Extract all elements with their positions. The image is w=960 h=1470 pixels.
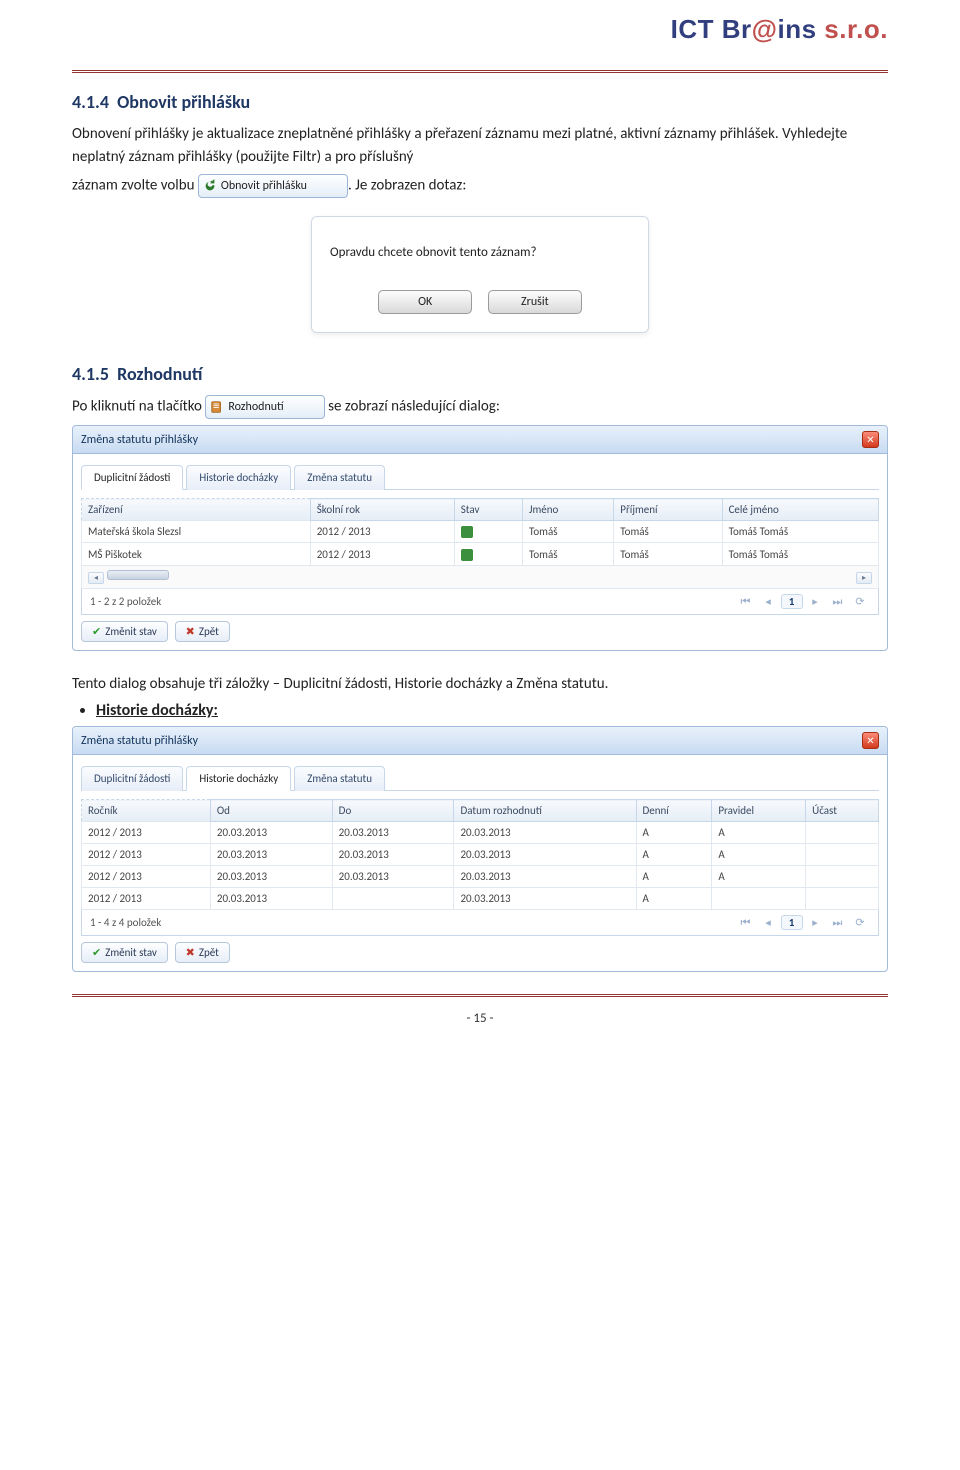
- status-change-dialog-2: Změna statutu přihlášky ✕ Duplicitní žád…: [72, 726, 888, 972]
- col-rocnik[interactable]: Ročník: [82, 800, 211, 822]
- table-row[interactable]: 2012 / 201320.03.201320.03.201320.03.201…: [82, 844, 879, 866]
- check-icon: ✔: [92, 625, 101, 638]
- col-prijmeni[interactable]: Příjmení: [614, 499, 722, 521]
- pager-nav[interactable]: ⏮ ◂ 1 ▸ ⏭ ⟳: [736, 594, 871, 609]
- pager-last-icon[interactable]: ⏭: [828, 916, 848, 930]
- confirm-dialog: Opravdu chcete obnovit tento záznam? OK …: [311, 216, 649, 333]
- sec2-para: Po kliknutí na tlačítko Rozhodnutí se zo…: [72, 395, 888, 419]
- pager-first-icon[interactable]: ⏮: [736, 916, 756, 930]
- check-icon: ✔: [92, 946, 101, 959]
- header-rule: [72, 70, 888, 73]
- section-4-1-4-heading: 4.1.4 Obnovit přihlášku: [72, 91, 888, 113]
- close-icon[interactable]: ✕: [862, 431, 879, 448]
- restore-application-button[interactable]: Obnovit přihlášku: [198, 174, 348, 198]
- table-row[interactable]: 2012 / 201320.03.201320.03.201320.03.201…: [82, 866, 879, 888]
- col-datum-rozhodnuti[interactable]: Datum rozhodnutí: [454, 800, 636, 822]
- bullet-historie-dochazky: Historie docházky:: [96, 701, 888, 720]
- pager-next-icon[interactable]: ▸: [805, 916, 825, 929]
- tab-duplicitni-zadosti[interactable]: Duplicitní žádosti: [81, 766, 183, 791]
- col-stav[interactable]: Stav: [454, 499, 522, 521]
- sec1-para1: Obnovení přihlášky je aktualizace znepla…: [72, 123, 888, 168]
- table-row[interactable]: MŠ Piškotek2012 / 2013 TomášTomášTomáš T…: [82, 543, 879, 565]
- x-icon: ✖: [186, 625, 195, 638]
- change-state-button[interactable]: ✔ Změnit stav: [81, 942, 168, 963]
- tab-zmena-statutu[interactable]: Změna statutu: [294, 766, 385, 791]
- tab-row: Duplicitní žádosti Historie docházky Změ…: [81, 464, 879, 490]
- pager: 1 - 4 z 4 položek ⏮ ◂ 1 ▸ ⏭ ⟳: [81, 910, 879, 936]
- close-icon[interactable]: ✕: [862, 732, 879, 749]
- tab-duplicitni-zadosti[interactable]: Duplicitní žádosti: [81, 465, 183, 490]
- confirm-message: Opravdu chcete obnovit tento záznam?: [330, 245, 630, 260]
- pager: 1 - 2 z 2 položek ⏮ ◂ 1 ▸ ⏭ ⟳: [81, 589, 879, 615]
- duplicate-requests-table: Zařízení Školní rok Stav Jméno Příjmení …: [81, 498, 879, 589]
- status-change-dialog-1: Změna statutu přihlášky ✕ Duplicitní žád…: [72, 425, 888, 651]
- brand-logo: ICT Br@ins s.r.o.: [671, 14, 888, 45]
- pager-refresh-icon[interactable]: ⟳: [850, 595, 870, 608]
- x-icon: ✖: [186, 946, 195, 959]
- pager-nav[interactable]: ⏮ ◂ 1 ▸ ⏭ ⟳: [736, 915, 871, 930]
- pager-page-1[interactable]: 1: [781, 594, 803, 609]
- col-ucast[interactable]: Účast: [806, 800, 879, 822]
- page-header: ICT Br@ins s.r.o.: [72, 20, 888, 64]
- tab-historie-dochazky[interactable]: Historie docházky: [186, 465, 291, 490]
- horizontal-scrollbar[interactable]: ◂ ▸: [82, 565, 879, 588]
- col-cele-jmeno[interactable]: Celé jméno: [722, 499, 878, 521]
- ok-button[interactable]: OK: [378, 290, 472, 314]
- pager-last-icon[interactable]: ⏭: [828, 595, 848, 609]
- col-zarizeni[interactable]: Zařízení: [82, 499, 311, 521]
- dialog-title: Změna statutu přihlášky: [81, 734, 198, 748]
- col-do[interactable]: Do: [332, 800, 454, 822]
- page-number: - 15 -: [72, 1011, 888, 1026]
- decision-button[interactable]: Rozhodnutí: [205, 395, 324, 419]
- col-denni[interactable]: Denní: [636, 800, 712, 822]
- pager-refresh-icon[interactable]: ⟳: [850, 916, 870, 929]
- status-icon: [461, 549, 473, 561]
- footer-rule: [72, 994, 888, 997]
- change-state-button[interactable]: ✔ Změnit stav: [81, 621, 168, 642]
- col-jmeno[interactable]: Jméno: [523, 499, 614, 521]
- back-button[interactable]: ✖ Zpět: [175, 942, 230, 963]
- refresh-icon: [203, 179, 217, 193]
- pager-prev-icon[interactable]: ◂: [758, 916, 778, 929]
- pager-prev-icon[interactable]: ◂: [758, 595, 778, 608]
- col-skolni-rok[interactable]: Školní rok: [310, 499, 454, 521]
- pager-next-icon[interactable]: ▸: [805, 595, 825, 608]
- back-button[interactable]: ✖ Zpět: [175, 621, 230, 642]
- sec1-para2: záznam zvolte volbu Obnovit přihlášku . …: [72, 174, 888, 198]
- tab-zmena-statutu[interactable]: Změna statutu: [294, 465, 385, 490]
- form-icon: [210, 400, 224, 414]
- table-row[interactable]: Mateřská škola Slezsl2012 / 2013 TomášTo…: [82, 521, 879, 543]
- table-row[interactable]: 2012 / 201320.03.201320.03.201320.03.201…: [82, 822, 879, 844]
- mid-paragraph: Tento dialog obsahuje tři záložky – Dupl…: [72, 673, 888, 696]
- pager-first-icon[interactable]: ⏮: [736, 595, 756, 609]
- pager-status: 1 - 4 z 4 položek: [90, 916, 161, 929]
- table-row[interactable]: 2012 / 201320.03.201320.03.2013A: [82, 888, 879, 910]
- cancel-button[interactable]: Zrušit: [488, 290, 582, 314]
- tab-row: Duplicitní žádosti Historie docházky Změ…: [81, 765, 879, 791]
- dialog-title: Změna statutu přihlášky: [81, 433, 198, 447]
- col-od[interactable]: Od: [210, 800, 332, 822]
- tab-historie-dochazky[interactable]: Historie docházky: [186, 766, 291, 791]
- col-pravidel[interactable]: Pravidel: [712, 800, 806, 822]
- attendance-history-table: Ročník Od Do Datum rozhodnutí Denní Prav…: [81, 799, 879, 910]
- pager-page-1[interactable]: 1: [781, 915, 803, 930]
- section-4-1-5-heading: 4.1.5 Rozhodnutí: [72, 363, 888, 385]
- status-icon: [461, 526, 473, 538]
- pager-status: 1 - 2 z 2 položek: [90, 595, 161, 608]
